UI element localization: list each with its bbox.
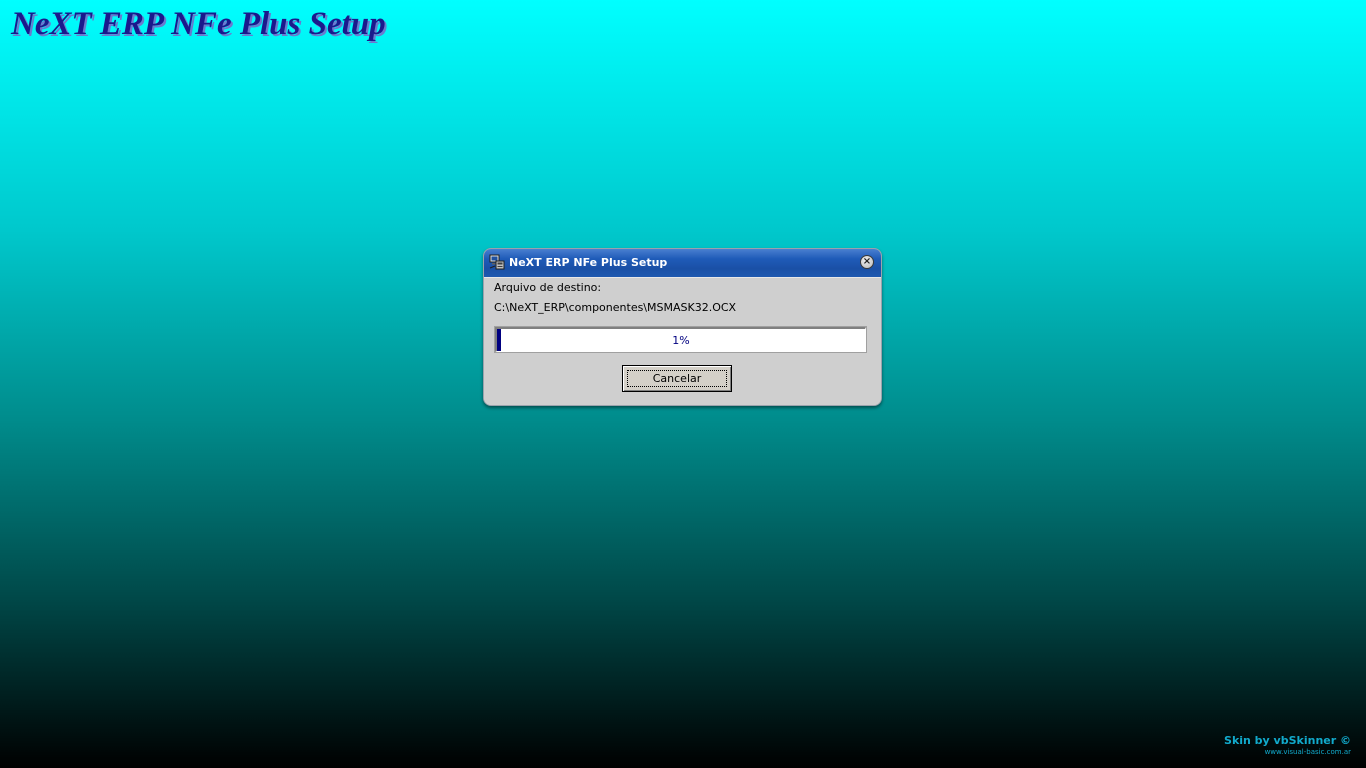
cancel-button-label: Cancelar — [652, 372, 702, 385]
setup-dialog: NeXT ERP NFe Plus Setup × Arquivo de des… — [483, 248, 882, 406]
progress-text: 1% — [672, 333, 690, 347]
dialog-titlebar[interactable]: NeXT ERP NFe Plus Setup × — [484, 249, 881, 277]
progress-bar: 1% — [494, 326, 867, 353]
close-button[interactable]: × — [860, 255, 874, 269]
dialog-body: Arquivo de destino: C:\NeXT_ERP\componen… — [484, 277, 881, 405]
setup-computer-icon — [489, 254, 505, 270]
skin-credit: Skin by vbSkinner © www.visual-basic.com… — [1224, 734, 1351, 756]
skin-credit-url: www.visual-basic.com.ar — [1264, 748, 1351, 756]
setup-background-title: NeXT ERP NFe Plus Setup — [11, 6, 386, 42]
close-icon: × — [862, 256, 872, 267]
dialog-title: NeXT ERP NFe Plus Setup — [509, 256, 668, 269]
cancel-button[interactable]: Cancelar — [622, 365, 732, 392]
destination-label: Arquivo de destino: — [494, 281, 602, 294]
skin-credit-text: Skin by vbSkinner © — [1224, 734, 1351, 747]
destination-path: C:\NeXT_ERP\componentes\MSMASK32.OCX — [494, 301, 737, 314]
